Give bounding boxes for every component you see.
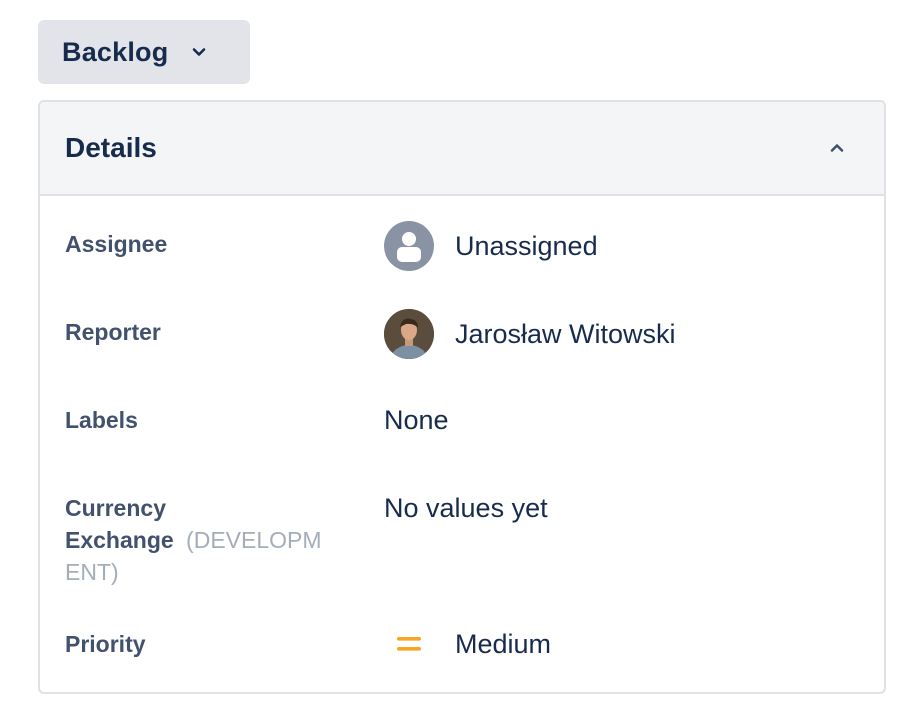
- priority-medium-icon: [384, 619, 434, 669]
- chevron-up-icon[interactable]: [824, 135, 850, 161]
- reporter-name: Jarosław Witowski: [455, 318, 676, 349]
- details-panel: Details Assignee Unassigned Reporter Jar…: [38, 100, 886, 694]
- priority-value[interactable]: Medium: [384, 619, 551, 669]
- currency-exchange-label-line1: Currency: [65, 495, 166, 521]
- reporter-label: Reporter: [65, 319, 161, 345]
- chevron-down-icon: [186, 39, 212, 65]
- labels-text: None: [384, 404, 449, 435]
- labels-value[interactable]: None: [384, 402, 449, 438]
- assignee-name: Unassigned: [455, 230, 598, 261]
- priority-text: Medium: [455, 628, 552, 659]
- user-placeholder-icon: [384, 221, 434, 271]
- reporter-value[interactable]: Jarosław Witowski: [384, 309, 676, 359]
- status-dropdown-button[interactable]: Backlog: [38, 20, 250, 84]
- currency-exchange-hint-part1: (DEVELOPM: [186, 527, 322, 553]
- currency-exchange-label-line2: Exchange: [65, 527, 174, 553]
- details-title: Details: [65, 132, 157, 163]
- currency-exchange-label: Currency Exchange (DEVELOPM ENT): [65, 492, 345, 588]
- status-label: Backlog: [62, 36, 169, 67]
- priority-label: Priority: [65, 631, 146, 657]
- avatar: [384, 309, 434, 359]
- assignee-value[interactable]: Unassigned: [384, 221, 598, 271]
- assignee-label: Assignee: [65, 231, 168, 257]
- currency-exchange-text: No values yet: [384, 492, 548, 523]
- labels-label: Labels: [65, 407, 138, 433]
- currency-exchange-hint-part2: ENT): [65, 559, 119, 585]
- details-header[interactable]: Details: [40, 102, 884, 196]
- currency-exchange-value[interactable]: No values yet: [384, 490, 548, 526]
